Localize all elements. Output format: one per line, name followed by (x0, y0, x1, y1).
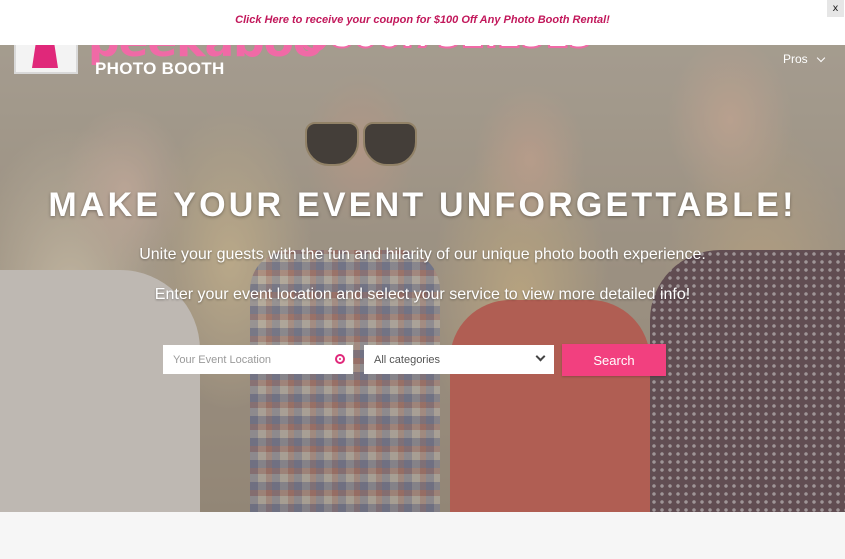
location-pin-icon[interactable] (335, 354, 345, 364)
hero-headline: MAKE YOUR EVENT UNFORGETTABLE! (48, 186, 797, 224)
hero-subline-1: Unite your guests with the fun and hilar… (139, 246, 706, 263)
content-area (0, 512, 845, 559)
pros-menu-label: Pros (783, 52, 808, 66)
close-coupon-button[interactable]: x (827, 0, 844, 17)
hero-subline-2: Enter your event location and select you… (154, 286, 691, 303)
pros-menu[interactable]: Pros (783, 52, 825, 66)
category-select[interactable]: All categories (364, 345, 554, 374)
chevron-down-icon (816, 53, 825, 62)
coupon-bar: Click Here to receive your coupon for $1… (0, 0, 845, 45)
chevron-down-icon (535, 351, 546, 362)
search-button[interactable]: Search (562, 344, 666, 376)
coupon-link[interactable]: Click Here to receive your coupon for $1… (235, 14, 610, 26)
logo-subtitle: PHOTO BOOTH (95, 59, 225, 78)
category-select-value: All categories (374, 353, 441, 366)
event-location-input[interactable] (163, 345, 353, 374)
